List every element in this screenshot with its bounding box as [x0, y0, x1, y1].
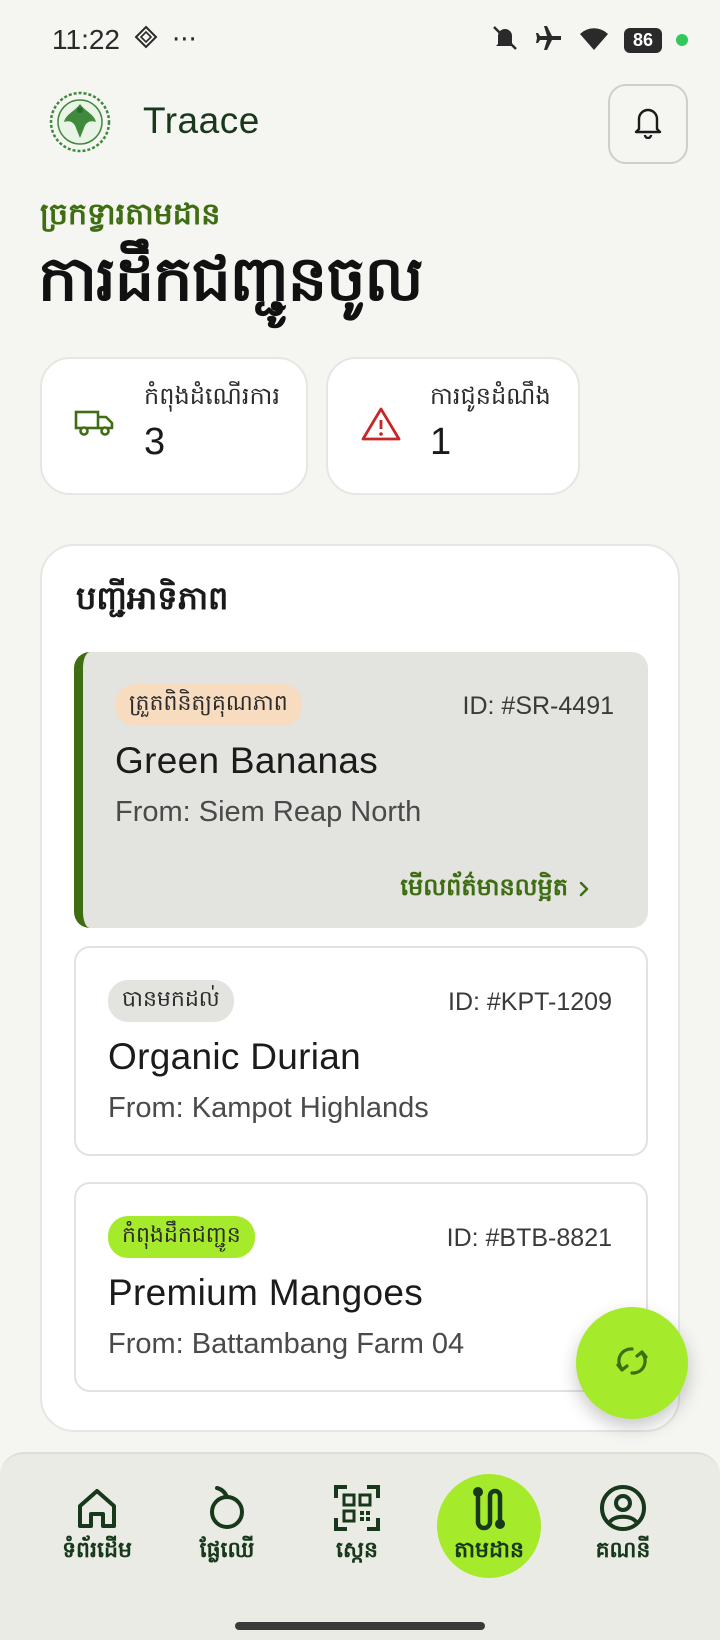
status-right: 86 — [490, 23, 688, 57]
bell-icon — [633, 105, 663, 143]
warning-icon — [360, 406, 402, 446]
page-title: ការដឹកជញ្ជូនចូល — [38, 242, 424, 315]
shipment-name: Green Bananas — [115, 740, 379, 781]
nav-label: តាមដាន — [454, 1538, 524, 1563]
shipment-id: ID: #KPT-1209 — [448, 988, 612, 1016]
shipment-origin: From: Siem Reap North — [115, 796, 422, 828]
stat-value: 1 — [430, 421, 452, 463]
view-details-link[interactable]: មើលព័ត៌មានលម្អិត — [400, 872, 590, 907]
stat-card-alerts[interactable]: ការជូនដំណឹង 1 — [326, 357, 580, 495]
shipment-id: ID: #BTB-8821 — [446, 1224, 612, 1252]
status-badge: ត្រួតពិនិត្យគុណភាព — [115, 684, 302, 726]
nav-label: ទំព័រដើម — [62, 1538, 132, 1563]
account-icon — [599, 1480, 647, 1536]
status-bar: 11:22 ··· 86 — [0, 0, 720, 80]
truck-icon — [74, 406, 116, 442]
shipment-card[interactable]: កំពុងដឹកជញ្ជូន ID: #BTB-8821 Premium Man… — [74, 1182, 648, 1392]
shipment-name: Premium Mangoes — [108, 1272, 424, 1313]
sync-icon — [610, 1339, 654, 1387]
traace-logo — [48, 90, 112, 154]
nav-label: ស្កេន — [336, 1538, 378, 1563]
nav-item-scan[interactable]: ស្កេន — [305, 1474, 409, 1578]
view-details-label: មើលព័ត៌មានលម្អិត — [400, 873, 568, 901]
stat-card-in-progress[interactable]: កំពុងដំណើរការ 3 — [40, 357, 308, 495]
shipment-card[interactable]: បានមកដល់ ID: #KPT-1209 Organic Durian Fr… — [74, 946, 648, 1156]
page-eyebrow: ច្រកទ្វារតាមដាន — [40, 197, 221, 232]
app-notification-icon — [134, 25, 158, 56]
battery-level: 86 — [623, 27, 662, 53]
notifications-button[interactable] — [608, 84, 688, 164]
priority-list-title: បញ្ជីអាទិភាព — [76, 579, 229, 617]
mute-icon — [490, 23, 520, 57]
nav-item-tracking[interactable]: តាមដាន — [437, 1474, 541, 1578]
shipment-origin: From: Battambang Farm 04 — [108, 1328, 465, 1360]
stat-label: កំពុងដំណើរការ — [144, 382, 280, 410]
app-header: Traace — [0, 82, 720, 164]
sync-fab-button[interactable] — [576, 1307, 688, 1419]
shipment-card[interactable]: ត្រួតពិនិត្យគុណភាព ID: #SR-4491 Green Ba… — [74, 652, 648, 928]
nav-label: គណនី — [595, 1538, 651, 1563]
more-notifications-icon: ··· — [172, 25, 197, 55]
privacy-indicator-dot — [676, 34, 688, 46]
priority-list-card: បញ្ជីអាទិភាព ត្រួតពិនិត្យគុណភាព ID: #SR-… — [40, 544, 680, 1432]
stat-value: 3 — [144, 421, 166, 463]
qr-scan-icon — [333, 1480, 381, 1536]
airplane-mode-icon — [534, 23, 564, 57]
route-icon — [467, 1480, 511, 1536]
clock: 11:22 — [52, 24, 120, 55]
status-badge: បានមកដល់ — [108, 980, 234, 1022]
nav-item-home[interactable]: ទំព័រដើម — [45, 1474, 149, 1578]
shipment-id: ID: #SR-4491 — [462, 692, 614, 720]
status-left: 11:22 ··· — [52, 24, 197, 56]
app-name: Traace — [143, 100, 260, 141]
fruit-icon — [205, 1480, 249, 1536]
shipment-origin: From: Kampot Highlands — [108, 1092, 429, 1124]
nav-label: ផ្លែឈើ — [199, 1538, 255, 1563]
stat-label: ការជូនដំណឹង — [430, 382, 551, 410]
status-badge: កំពុងដឹកជញ្ជូន — [108, 1216, 255, 1258]
shipment-name: Organic Durian — [108, 1036, 362, 1077]
home-icon — [75, 1480, 119, 1536]
home-indicator[interactable] — [235, 1622, 485, 1630]
chevron-right-icon — [578, 876, 590, 904]
wifi-icon — [578, 24, 610, 56]
nav-item-account[interactable]: គណនី — [571, 1474, 675, 1578]
nav-item-fruit[interactable]: ផ្លែឈើ — [175, 1474, 279, 1578]
bottom-navigation: ទំព័រដើម ផ្លែឈើ ស្កេន តាមដាន គណនី — [0, 1452, 720, 1640]
